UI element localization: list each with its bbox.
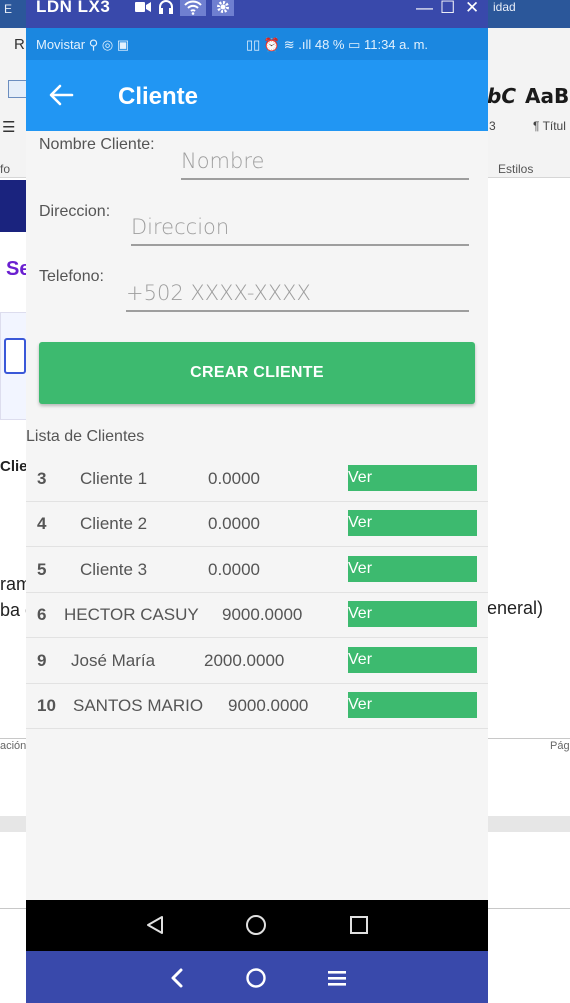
background-group-label: fo — [0, 162, 11, 176]
client-balance: 0.0000 — [208, 469, 260, 488]
view-client-button[interactable]: Ver — [348, 510, 477, 536]
client-id: 3 — [37, 469, 47, 488]
view-client-button[interactable]: Ver — [348, 692, 477, 718]
maximize-button[interactable]: ☐ — [440, 0, 455, 16]
android-nav-bar — [26, 900, 488, 951]
video-icon[interactable] — [134, 0, 152, 16]
create-client-button[interactable]: CREAR CLIENTE — [39, 342, 475, 404]
client-list-title: Lista de Clientes — [26, 428, 145, 445]
back-arrow-icon[interactable] — [48, 82, 74, 108]
address-label: Direccion: — [39, 203, 111, 220]
style-preview-b[interactable]: AaBl — [525, 84, 570, 108]
nav-back-icon[interactable] — [144, 914, 166, 936]
client-name: SANTOS MARIO — [73, 696, 204, 715]
android-status-bar: Movistar ⚲ ◎ ▣ ▯▯ ⏰ ≋ .ıll 48 % ▭ 11:34 … — [26, 28, 488, 60]
document-text-clie: Clie — [0, 458, 28, 475]
styles-group-label: Estilos — [498, 162, 534, 176]
emulator-back-icon[interactable] — [169, 967, 185, 989]
style-preview-a[interactable]: bC — [487, 84, 516, 108]
name-label: Nombre Cliente: — [39, 136, 155, 153]
client-name: Cliente 2 — [80, 514, 148, 533]
client-id: 4 — [37, 514, 47, 533]
view-client-button[interactable]: Ver — [348, 465, 477, 491]
background-title-left: E — [4, 2, 13, 16]
app-bar: Cliente — [26, 60, 488, 131]
document-text-eneral: eneral) — [487, 598, 544, 618]
client-id: 6 — [37, 605, 47, 624]
emulator-title: LDN LX3 — [36, 0, 111, 16]
settings-gear-icon[interactable] — [212, 0, 234, 16]
phone-label: Telefono: — [39, 268, 104, 285]
emulator-window: LDN LX3 — ☐ ✕ Movistar ⚲ ◎ ▣ ▯▯ ⏰ ≋ .ıll… — [26, 0, 488, 1003]
client-id: 10 — [37, 696, 56, 715]
table-row: 4 Cliente 2 0.0000 Ver — [26, 502, 488, 547]
page-title: Cliente — [118, 83, 199, 110]
table-row: 5 Cliente 3 0.0000 Ver — [26, 548, 488, 593]
client-balance: 0.0000 — [208, 514, 260, 533]
document-footer-right: Pág — [550, 740, 570, 752]
table-row: 9 José María 2000.0000 Ver — [26, 639, 488, 684]
background-title-right: idad — [493, 0, 516, 14]
view-client-button[interactable]: Ver — [348, 647, 477, 673]
emulator-control-bar — [26, 951, 488, 1003]
view-client-button[interactable]: Ver — [348, 556, 477, 582]
address-input[interactable]: Direccion — [131, 214, 469, 246]
list-icon[interactable]: ☰ — [2, 118, 15, 136]
client-balance: 2000.0000 — [204, 651, 285, 670]
emulator-menu-icon[interactable] — [326, 969, 348, 987]
table-row: 6 HECTOR CASUY 9000.0000 Ver — [26, 593, 488, 638]
name-input[interactable]: Nombre — [181, 148, 469, 180]
client-id: 5 — [37, 560, 47, 579]
nav-recents-icon[interactable] — [348, 914, 370, 936]
wifi-icon[interactable] — [180, 0, 206, 16]
phone-input[interactable]: +502 XXXX-XXXX — [126, 280, 469, 312]
emulator-home-icon[interactable] — [245, 967, 267, 989]
style-preview-a-label: 3 — [489, 119, 496, 133]
background-ribbon-tab[interactable]: R — [14, 36, 25, 53]
close-button[interactable]: ✕ — [465, 0, 479, 16]
client-balance: 9000.0000 — [222, 605, 303, 624]
emulator-titlebar: LDN LX3 — ☐ ✕ — [26, 0, 488, 28]
headset-icon[interactable] — [158, 0, 174, 16]
client-id: 9 — [37, 651, 47, 670]
style-preview-b-label: ¶ Títul — [533, 119, 566, 133]
indent-icon[interactable] — [8, 80, 28, 98]
table-row: 10 SANTOS MARIO 9000.0000 Ver — [26, 684, 488, 729]
client-name: HECTOR CASUY — [64, 605, 199, 624]
client-balance: 0.0000 — [208, 560, 260, 579]
carrier-text: Movistar ⚲ ◎ ▣ — [36, 37, 130, 52]
nav-home-icon[interactable] — [245, 914, 267, 936]
client-balance: 9000.0000 — [228, 696, 309, 715]
view-client-button[interactable]: Ver — [348, 601, 477, 627]
client-name: Cliente 3 — [80, 560, 148, 579]
minimize-button[interactable]: — — [416, 0, 433, 16]
document-footer-left: ación — [0, 740, 27, 752]
client-name: Cliente 1 — [80, 469, 148, 488]
document-card-icon — [4, 338, 26, 374]
client-name: José María — [71, 651, 156, 670]
status-icons-time: ▯▯ ⏰ ≋ .ıll 48 % ▭ 11:34 a. m. — [246, 37, 429, 52]
table-row: 3 Cliente 1 0.0000 Ver — [26, 457, 488, 502]
